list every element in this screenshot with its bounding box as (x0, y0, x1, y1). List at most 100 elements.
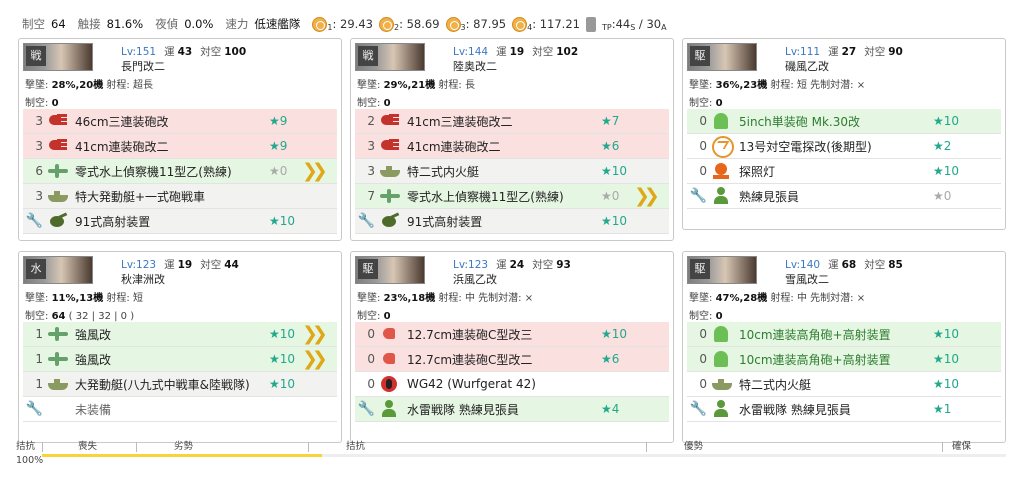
equipment-boat-icon (47, 374, 69, 394)
ship-name[interactable]: 雪風改二 (785, 271, 829, 287)
ship-card-hamakaze[interactable]: 駆 Lv:123 運 24 対空 93 浜風乙改 撃墜: 23%,18機 射程: 中 先制対潜… (350, 251, 674, 443)
equipment-slot[interactable]: 7 零式水上偵察機11型乙(熟練) ★0 ❯❯ (355, 184, 669, 209)
equipment-slot[interactable]: 0 特二式内火艇 ★10 (687, 372, 1001, 397)
ship-airpower-row: 制空: 0 (25, 98, 59, 109)
equipment-name[interactable]: 5inch単装砲 Mk.30改 (739, 113, 1001, 130)
equipment-name[interactable]: 未装備 (75, 401, 337, 418)
equipment-slot[interactable]: 🔧 水雷戦隊 熟練見張員 ★1 (687, 397, 1001, 422)
equipment-name[interactable]: 10cm連装高角砲+高射装置 (739, 351, 1001, 368)
improvement-level: ★2 (933, 139, 952, 153)
equipment-name[interactable]: 91式高射装置 (407, 213, 669, 230)
equipment-name[interactable]: 特二式内火艇 (739, 376, 1001, 393)
equipment-slot[interactable]: 🔧 水雷戦隊 熟練見張員 ★4 (355, 397, 669, 422)
equipment-name[interactable]: 41cm三連装砲改二 (407, 113, 669, 130)
fleet-aa-3: 3: 87.95 (445, 16, 507, 32)
equipment-slot[interactable]: 2 41cm三連装砲改二 ★7 (355, 109, 669, 134)
ship-name[interactable]: 長門改二 (121, 58, 165, 74)
ship-portrait[interactable]: 戦 (23, 43, 93, 71)
equipment-slot[interactable]: 1 強風改 ★10 ❯❯ (23, 347, 337, 372)
airpower-value: 0 (715, 311, 723, 322)
ship-portrait[interactable]: 駆 (687, 43, 757, 71)
equipment-name[interactable]: WG42 (Wurfgerat 42) (407, 377, 669, 391)
ship-airpower-row: 制空: 64 ( 32 | 32 | 0 ) (25, 311, 135, 322)
equipment-slot[interactable]: 3 41cm連装砲改二 ★6 (355, 134, 669, 159)
aa-cutin-value: 87.95 (473, 16, 507, 31)
equipment-slot[interactable]: 3 特大発動艇+一式砲戦車 (23, 184, 337, 209)
improvement-level: ★10 (269, 377, 296, 391)
reinforcement-slot-icon: 🔧 (357, 213, 375, 229)
slot-aircraft-count: 6 (35, 164, 43, 178)
equipment-name[interactable]: 13号対空電探改(後期型) (739, 138, 1001, 155)
equipment-slot[interactable]: 0 12.7cm連装砲C型改三 ★10 (355, 322, 669, 347)
ship-portrait[interactable]: 駆 (687, 256, 757, 284)
ship-name[interactable]: 磯風乙改 (785, 58, 829, 74)
equipment-slot[interactable]: 3 特二式内火艇 ★10 (355, 159, 669, 184)
equipment-name[interactable]: 41cm連装砲改二 (407, 138, 669, 155)
equipment-slot[interactable]: 0 13号対空電探改(後期型) ★2 (687, 134, 1001, 159)
equipment-slot[interactable]: 0 10cm連装高角砲+高射装置 ★10 (687, 347, 1001, 372)
fleet-aa-group: 1: 29.43 2: 58.69 3: 87.95 4: 117.21 (312, 16, 580, 32)
equipment-name[interactable]: 特二式内火艇 (407, 163, 669, 180)
tp-s-value: 44 (615, 16, 631, 31)
ship-portrait[interactable]: 駆 (355, 256, 425, 284)
equipment-name[interactable]: 12.7cm連装砲C型改三 (407, 326, 669, 343)
airpower-label: 制空 (357, 311, 377, 322)
equipment-name[interactable]: 零式水上偵察機11型乙(熟練) (75, 163, 337, 180)
asw-value: × (856, 80, 866, 91)
equipment-slot[interactable]: 3 46cm三連装砲改 ★9 (23, 109, 337, 134)
aa-label: 対空 (532, 46, 554, 58)
equipment-slot[interactable]: 0 10cm連装高角砲+高射装置 ★10 (687, 322, 1001, 347)
equipment-slot[interactable]: 1 大発動艇(八九式中戦車&陸戦隊) ★10 (23, 372, 337, 397)
equipment-name[interactable]: 熟練見張員 (739, 188, 1001, 205)
slot-aircraft-count: 0 (367, 377, 375, 391)
luck-value: 19 (177, 259, 193, 271)
equipment-name[interactable]: 91式高射装置 (75, 213, 337, 230)
aa-cutin-value: 29.43 (340, 16, 373, 31)
equipment-name[interactable]: 探照灯 (739, 163, 1001, 180)
ship-card-akitsushima[interactable]: 水 Lv:123 運 19 対空 44 秋津洲改 撃墜: 11%,13機 射程: 短制空: 6… (18, 251, 342, 443)
equipment-boat-icon (379, 161, 401, 181)
equipment-radar-icon (711, 136, 734, 158)
slot-aircraft-count: 0 (367, 352, 375, 366)
ship-portrait[interactable]: 水 (23, 256, 93, 284)
improvement-level: ★10 (933, 352, 960, 366)
equipment-name[interactable]: 46cm三連装砲改 (75, 113, 337, 130)
equipment-name[interactable]: 41cm連装砲改二 (75, 138, 337, 155)
tp-readout: TP:44S / 30A (601, 16, 667, 32)
equipment-slot[interactable]: 0 WG42 (Wurfgerat 42) (355, 372, 669, 397)
equipment-slot[interactable]: 1 強風改 ★10 ❯❯ (23, 322, 337, 347)
equipment-slot[interactable]: 6 零式水上偵察機11型乙(熟練) ★0 ❯❯ (23, 159, 337, 184)
equipment-name[interactable]: 10cm連装高角砲+高射装置 (739, 326, 1001, 343)
equipment-slot[interactable]: 🔧 91式高射装置 ★10 (355, 209, 669, 234)
ship-card-isokaze[interactable]: 駆 Lv:111 運 27 対空 90 磯風乙改 撃墜: 36%,23機 射程: 短 先制対潜… (682, 38, 1006, 230)
equipment-slot[interactable]: 🔧 91式高射装置 ★10 (23, 209, 337, 234)
equipment-name[interactable]: 特大発動艇+一式砲戦車 (75, 188, 337, 205)
equipment-slot[interactable]: 0 5inch単装砲 Mk.30改 ★10 (687, 109, 1001, 134)
luck-value: 27 (841, 46, 857, 58)
ship-card-yukikaze[interactable]: 駆 Lv:140 運 68 対空 85 雪風改二 撃墜: 47%,28機 射程: 中 先制対潜… (682, 251, 1006, 443)
luck-label: 運 (164, 259, 175, 271)
equipment-name[interactable]: 零式水上偵察機11型乙(熟練) (407, 188, 669, 205)
slot-aircraft-count: 7 (367, 189, 375, 203)
equipment-name[interactable]: 水雷戦隊 熟練見張員 (407, 401, 669, 418)
equipment-slot[interactable]: 0 探照灯 ★10 (687, 159, 1001, 184)
equipment-slot[interactable]: 0 12.7cm連装砲C型改二 ★6 (355, 347, 669, 372)
ship-portrait[interactable]: 戦 (355, 43, 425, 71)
ship-card-nagato[interactable]: 戦 Lv:151 運 43 対空 100 長門改二 撃墜: 28%,20機 射程: 超長 制空:… (18, 38, 342, 241)
equipment-name[interactable]: 大発動艇(八九式中戦車&陸戦隊) (75, 376, 337, 393)
equipment-slot[interactable]: 🔧 未装備 (23, 397, 337, 422)
ship-name[interactable]: 浜風乙改 (453, 271, 497, 287)
equipment-name[interactable]: 強風改 (75, 351, 337, 368)
ship-name[interactable]: 陸奥改二 (453, 58, 497, 74)
ship-name[interactable]: 秋津洲改 (121, 271, 165, 287)
equipment-name[interactable]: 12.7cm連装砲C型改二 (407, 351, 669, 368)
airpower-label: 制空 (25, 311, 45, 322)
airpower-value: 64 (51, 311, 66, 322)
equipment-slot[interactable]: 3 41cm連装砲改二 ★9 (23, 134, 337, 159)
ship-card-mutsu[interactable]: 戦 Lv:144 運 19 対空 102 陸奥改二 撃墜: 29%,21機 射程: 長制空: … (350, 38, 674, 241)
night-recon-label: 夜偵 (155, 17, 179, 31)
equipment-name[interactable]: 強風改 (75, 326, 337, 343)
tp-a-value: 30 (646, 16, 662, 31)
equipment-name[interactable]: 水雷戦隊 熟練見張員 (739, 401, 1001, 418)
equipment-slot[interactable]: 🔧 熟練見張員 ★0 (687, 184, 1001, 209)
